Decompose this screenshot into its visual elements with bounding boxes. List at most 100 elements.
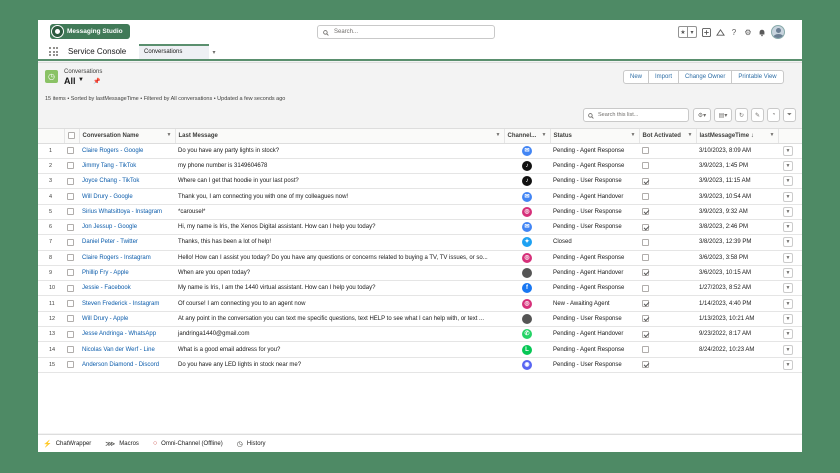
chevron-down-icon[interactable]: ▼ xyxy=(783,344,793,355)
table-row[interactable]: 12 Will Drury - Apple At any point in the … xyxy=(38,311,802,328)
chevron-down-icon[interactable]: ▼ xyxy=(783,329,793,340)
row-select-cell[interactable] xyxy=(64,234,79,251)
conversation-name-cell[interactable]: Will Drury - Google xyxy=(79,188,175,205)
conversation-name-cell[interactable]: Joyce Chang - TikTok xyxy=(79,173,175,190)
conversation-name-cell[interactable]: Steven Frederick - Instagram xyxy=(79,295,175,312)
chevron-down-icon[interactable]: ▼ xyxy=(783,191,793,202)
table-row[interactable]: 2 Jimmy Tang - TikTok my phone number is 3… xyxy=(38,158,802,175)
table-row[interactable]: 8 Claire Rogers - Instagram Hello! How can… xyxy=(38,250,802,266)
row-actions-cell[interactable]: ▼ xyxy=(778,158,802,175)
row-select-cell[interactable] xyxy=(64,173,79,190)
conversation-link[interactable]: Jon Jessup - Google xyxy=(82,224,137,230)
row-select-cell[interactable] xyxy=(64,295,79,312)
row-actions-cell[interactable]: ▼ xyxy=(778,311,802,328)
table-row[interactable]: 14 Nicolas Van der Werf - Line What is a g… xyxy=(38,341,802,358)
row-actions-cell[interactable]: ▼ xyxy=(778,341,802,358)
row-select-cell[interactable] xyxy=(64,265,79,282)
row-checkbox[interactable] xyxy=(67,162,74,170)
row-actions-cell[interactable]: ▼ xyxy=(778,265,802,282)
conversation-name-cell[interactable]: Jesse Andringa - WhatsApp xyxy=(79,326,175,343)
conversation-link[interactable]: Sirius Whatsittoya - Instagram xyxy=(82,209,162,215)
column-header-last-message-time[interactable]: lastMessageTime ↓ ▼ xyxy=(696,129,779,144)
list-view-name[interactable]: All xyxy=(64,76,76,86)
row-select-cell[interactable] xyxy=(64,357,79,373)
conversation-name-cell[interactable]: Will Drury - Apple xyxy=(79,311,175,328)
app-launcher-icon[interactable] xyxy=(49,47,58,56)
table-row[interactable]: 13 Jesse Andringa - WhatsApp jandringa1440… xyxy=(38,326,802,343)
conversation-name-cell[interactable]: Sirius Whatsittoya - Instagram xyxy=(79,204,175,220)
row-actions-cell[interactable]: ▼ xyxy=(778,326,802,343)
conversation-name-cell[interactable]: Jessie - Facebook xyxy=(79,280,175,297)
chevron-down-icon[interactable]: ▼ xyxy=(783,206,793,217)
chevron-down-icon[interactable]: ▾ xyxy=(209,47,219,57)
table-row[interactable]: 15 Anderson Diamond - Discord Do you have … xyxy=(38,357,802,373)
conversation-name-cell[interactable]: Jon Jessup - Google xyxy=(79,219,175,236)
column-header-status[interactable]: Status ▼ xyxy=(550,129,640,144)
favorites-button[interactable]: ★ ▾ xyxy=(678,26,697,38)
row-checkbox[interactable] xyxy=(67,361,74,369)
table-row[interactable]: 7 Daniel Peter - Twitter Thanks, this has … xyxy=(38,234,802,251)
chevron-down-icon[interactable]: ▾ xyxy=(688,27,696,37)
column-header-channel[interactable]: Channel... ▼ xyxy=(504,129,551,144)
conversation-name-cell[interactable]: Daniel Peter - Twitter xyxy=(79,234,175,251)
row-select-cell[interactable] xyxy=(64,188,79,205)
row-checkbox[interactable] xyxy=(67,284,74,292)
chevron-down-icon[interactable]: ▼ xyxy=(542,132,547,138)
chevron-down-icon[interactable]: ▼ xyxy=(688,132,693,138)
select-all-checkbox[interactable] xyxy=(67,132,75,140)
printable-view-button[interactable]: Printable View xyxy=(731,70,784,84)
help-icon[interactable]: ? xyxy=(729,27,739,37)
column-header-last-message[interactable]: Last Message ▼ xyxy=(175,129,505,144)
add-icon[interactable] xyxy=(701,27,711,37)
column-header-conversation-name[interactable]: Conversation Name ▼ xyxy=(79,129,176,144)
chevron-down-icon[interactable]: ▼ xyxy=(783,252,793,263)
chevron-down-icon[interactable]: ▼ xyxy=(631,132,636,138)
conversation-name-cell[interactable]: Phillip Fry - Apple xyxy=(79,265,175,282)
row-select-cell[interactable] xyxy=(64,143,79,159)
conversation-link[interactable]: Steven Frederick - Instagram xyxy=(82,301,159,307)
table-row[interactable]: 1 Claire Rogers - Google Do you have any p… xyxy=(38,143,802,159)
conversation-name-cell[interactable]: Jimmy Tang - TikTok xyxy=(79,158,175,175)
import-button[interactable]: Import xyxy=(648,70,680,84)
chart-button[interactable]: ◔ xyxy=(767,108,780,122)
chevron-down-icon[interactable]: ▼ xyxy=(783,145,793,156)
chevron-down-icon[interactable]: ▼ xyxy=(783,237,793,248)
conversation-link[interactable]: Claire Rogers - Instagram xyxy=(82,255,151,261)
new-button[interactable]: New xyxy=(623,70,650,84)
list-settings-button[interactable]: ⚙▾ xyxy=(693,108,711,122)
pin-icon[interactable]: 📌 xyxy=(93,78,100,85)
row-select-cell[interactable] xyxy=(64,219,79,236)
row-select-cell[interactable] xyxy=(64,204,79,220)
utility-chatwrapper[interactable]: ⚡ ChatWrapper xyxy=(43,440,91,448)
star-icon[interactable]: ★ xyxy=(679,27,688,37)
chevron-down-icon[interactable]: ▼ xyxy=(783,160,793,171)
chevron-down-icon[interactable]: ▼ xyxy=(783,176,793,187)
conversation-name-cell[interactable]: Claire Rogers - Instagram xyxy=(79,250,175,266)
table-row[interactable]: 10 Jessie - Facebook My name is Iris, I am… xyxy=(38,280,802,297)
conversation-link[interactable]: Nicolas Van der Werf - Line xyxy=(82,347,155,353)
list-search-input[interactable]: Search this list... xyxy=(583,108,689,122)
row-actions-cell[interactable]: ▼ xyxy=(778,250,802,266)
conversation-name-cell[interactable]: Claire Rogers - Google xyxy=(79,143,175,159)
column-header-bot-activated[interactable]: Bot Activated ▼ xyxy=(639,129,697,144)
conversation-link[interactable]: Claire Rogers - Google xyxy=(82,148,143,154)
select-all-header[interactable] xyxy=(64,129,80,144)
conversation-link[interactable]: Anderson Diamond - Discord xyxy=(82,362,159,368)
row-checkbox[interactable] xyxy=(67,177,74,185)
row-actions-cell[interactable]: ▼ xyxy=(778,188,802,205)
trailhead-icon[interactable] xyxy=(715,27,725,37)
conversation-name-cell[interactable]: Anderson Diamond - Discord xyxy=(79,357,175,373)
chevron-down-icon[interactable]: ▼ xyxy=(783,222,793,233)
conversation-link[interactable]: Jimmy Tang - TikTok xyxy=(82,163,136,169)
table-row[interactable]: 9 Phillip Fry - Apple When are you open to… xyxy=(38,265,802,282)
row-checkbox[interactable] xyxy=(67,254,74,262)
row-actions-cell[interactable]: ▼ xyxy=(778,143,802,159)
chevron-down-icon[interactable]: ▼ xyxy=(783,313,793,324)
row-select-cell[interactable] xyxy=(64,311,79,328)
row-actions-cell[interactable]: ▼ xyxy=(778,204,802,220)
row-select-cell[interactable] xyxy=(64,341,79,358)
row-actions-cell[interactable]: ▼ xyxy=(778,234,802,251)
row-actions-cell[interactable]: ▼ xyxy=(778,173,802,190)
edit-button[interactable]: ✎ xyxy=(751,108,764,122)
chevron-down-icon[interactable]: ▼ xyxy=(783,283,793,294)
